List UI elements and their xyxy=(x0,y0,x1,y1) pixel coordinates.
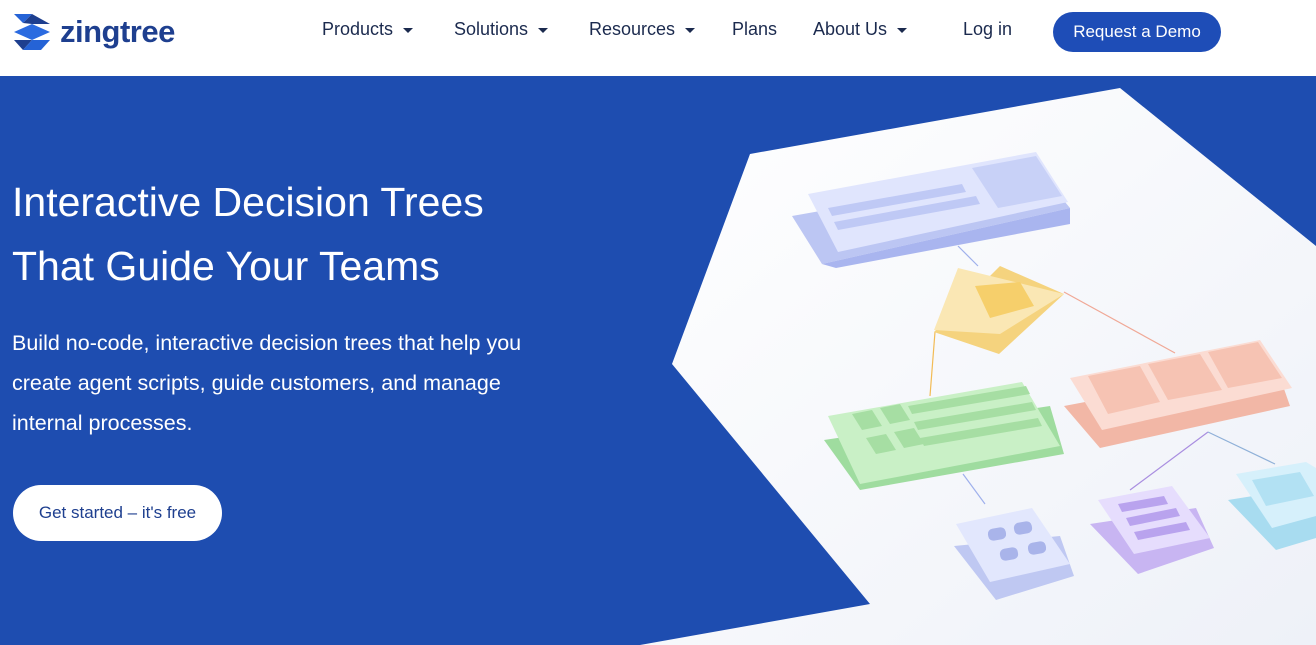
hero-title-line2: That Guide Your Teams xyxy=(12,243,440,289)
site-header: zingtree Products Solutions Resources Pl… xyxy=(0,0,1316,76)
nav-products[interactable]: Products xyxy=(322,19,414,40)
hero-title-line1: Interactive Decision Trees xyxy=(12,179,484,225)
login-link[interactable]: Log in xyxy=(963,19,1012,40)
nav-solutions-label: Solutions xyxy=(454,19,529,39)
caret-down-icon xyxy=(897,28,908,33)
nav-resources[interactable]: Resources xyxy=(589,19,696,40)
nav-about-us-label: About Us xyxy=(813,19,888,39)
nav-solutions[interactable]: Solutions xyxy=(454,19,549,40)
logo[interactable]: zingtree xyxy=(12,12,175,52)
nav-products-label: Products xyxy=(322,19,394,39)
request-demo-button[interactable]: Request a Demo xyxy=(1053,12,1221,52)
caret-down-icon xyxy=(685,28,696,33)
caret-down-icon xyxy=(538,28,549,33)
nav-resources-label: Resources xyxy=(589,19,676,39)
hero-title: Interactive Decision Trees That Guide Yo… xyxy=(12,170,632,298)
hero-subtitle-line2: create agent scripts, guide customers, a… xyxy=(12,371,501,395)
nav-plans[interactable]: Plans xyxy=(732,19,777,40)
zingtree-logo-icon xyxy=(14,14,50,50)
caret-down-icon xyxy=(403,28,414,33)
get-started-button[interactable]: Get started – it's free xyxy=(13,485,222,541)
login-label: Log in xyxy=(963,19,1013,39)
hero-section: Interactive Decision Trees That Guide Yo… xyxy=(0,76,1316,645)
hero-subtitle-line3: internal processes. xyxy=(12,411,193,435)
hero-subtitle-line1: Build no-code, interactive decision tree… xyxy=(12,331,522,355)
logo-text: zingtree xyxy=(60,14,175,49)
nav-plans-label: Plans xyxy=(732,19,778,39)
nav-about-us[interactable]: About Us xyxy=(813,19,908,40)
hero-subtitle: Build no-code, interactive decision tree… xyxy=(12,323,612,443)
